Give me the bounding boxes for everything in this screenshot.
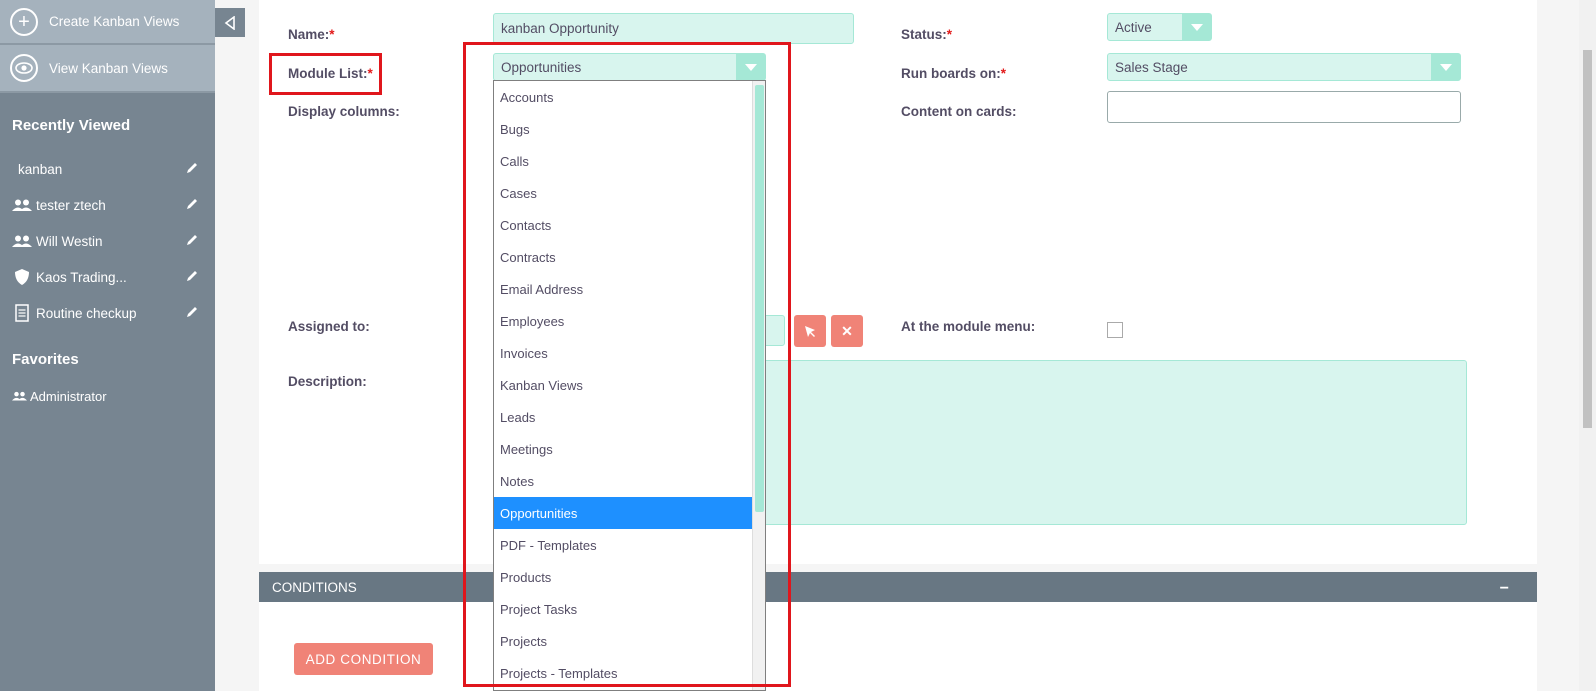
cursor-arrow-icon: [805, 326, 815, 337]
name-input-value: kanban Opportunity: [501, 21, 619, 36]
assigned-to-label: Assigned to:: [288, 319, 370, 334]
recent-item-label: Will Westin: [36, 233, 103, 249]
status-label: Status:*: [901, 27, 953, 42]
conditions-title: CONDITIONS: [272, 579, 357, 595]
content-on-cards-input[interactable]: [1107, 91, 1461, 123]
users-icon: [12, 235, 32, 247]
description-textarea[interactable]: [760, 360, 1467, 525]
create-kanban-views-label: Create Kanban Views: [49, 14, 180, 29]
recent-item-kaos-trading[interactable]: Kaos Trading...: [0, 259, 215, 295]
recent-item-label: kanban: [18, 161, 63, 177]
pencil-icon[interactable]: [185, 197, 199, 214]
users-icon: [12, 199, 32, 211]
content-on-cards-label: Content on cards:: [901, 104, 1017, 119]
pencil-icon[interactable]: [185, 305, 199, 322]
module-list-label-highlight: [269, 53, 382, 95]
create-kanban-views-action[interactable]: + Create Kanban Views: [0, 0, 215, 45]
eye-icon: [10, 54, 38, 82]
recent-item-tester-ztech[interactable]: tester ztech: [0, 187, 215, 223]
clear-user-button[interactable]: ✕: [831, 315, 863, 347]
recent-item-label: Kaos Trading...: [36, 269, 127, 285]
display-columns-label: Display columns:: [288, 104, 400, 119]
run-boards-label: Run boards on:*: [901, 66, 1007, 81]
page-scrollbar-thumb[interactable]: [1583, 50, 1592, 428]
pencil-icon[interactable]: [185, 269, 199, 286]
favorite-item-label: Administrator: [30, 388, 107, 404]
dropdown-highlight: [463, 42, 791, 687]
recent-item-label: Routine checkup: [36, 305, 137, 321]
favorites-heading: Favorites: [12, 351, 79, 368]
users-icon: [12, 391, 27, 401]
plus-circle-icon: +: [10, 7, 38, 36]
description-label: Description:: [288, 374, 367, 389]
close-icon: ✕: [841, 322, 853, 339]
conditions-body: [259, 602, 1537, 691]
page-scrollbar[interactable]: [1579, 0, 1596, 691]
pencil-icon[interactable]: [185, 161, 199, 178]
pencil-icon[interactable]: [185, 233, 199, 250]
document-icon: [12, 304, 32, 322]
sidebar: + Create Kanban Views View Kanban Views …: [0, 0, 215, 691]
status-select-value: Active: [1115, 19, 1152, 35]
collapse-minus-icon[interactable]: −: [1500, 580, 1509, 598]
name-input[interactable]: kanban Opportunity: [493, 13, 854, 44]
status-select[interactable]: Active: [1107, 13, 1212, 41]
view-kanban-views-action[interactable]: View Kanban Views: [0, 45, 215, 93]
triangle-left-icon: [224, 15, 235, 30]
name-label: Name:*: [288, 27, 335, 42]
favorite-item-administrator[interactable]: Administrator: [0, 381, 215, 411]
at-module-menu-checkbox[interactable]: [1107, 322, 1123, 338]
conditions-header[interactable]: CONDITIONS −: [259, 572, 1537, 602]
recent-item-label: tester ztech: [36, 197, 106, 213]
chevron-down-icon[interactable]: [1431, 54, 1460, 80]
view-kanban-views-label: View Kanban Views: [49, 60, 168, 76]
at-module-menu-label: At the module menu:: [901, 319, 1036, 334]
run-boards-select-value: Sales Stage: [1115, 59, 1188, 75]
collapse-sidebar-button[interactable]: [215, 8, 245, 37]
recent-item-kanban[interactable]: kanban: [0, 151, 215, 187]
add-condition-button[interactable]: ADD CONDITION: [294, 643, 433, 675]
run-boards-select[interactable]: Sales Stage: [1107, 53, 1461, 81]
select-user-button[interactable]: [794, 315, 826, 347]
shield-icon: [12, 268, 32, 286]
recently-viewed-heading: Recently Viewed: [12, 117, 131, 134]
recent-item-will-westin[interactable]: Will Westin: [0, 223, 215, 259]
recent-item-routine-checkup[interactable]: Routine checkup: [0, 295, 215, 331]
chevron-down-icon[interactable]: [1182, 14, 1211, 40]
